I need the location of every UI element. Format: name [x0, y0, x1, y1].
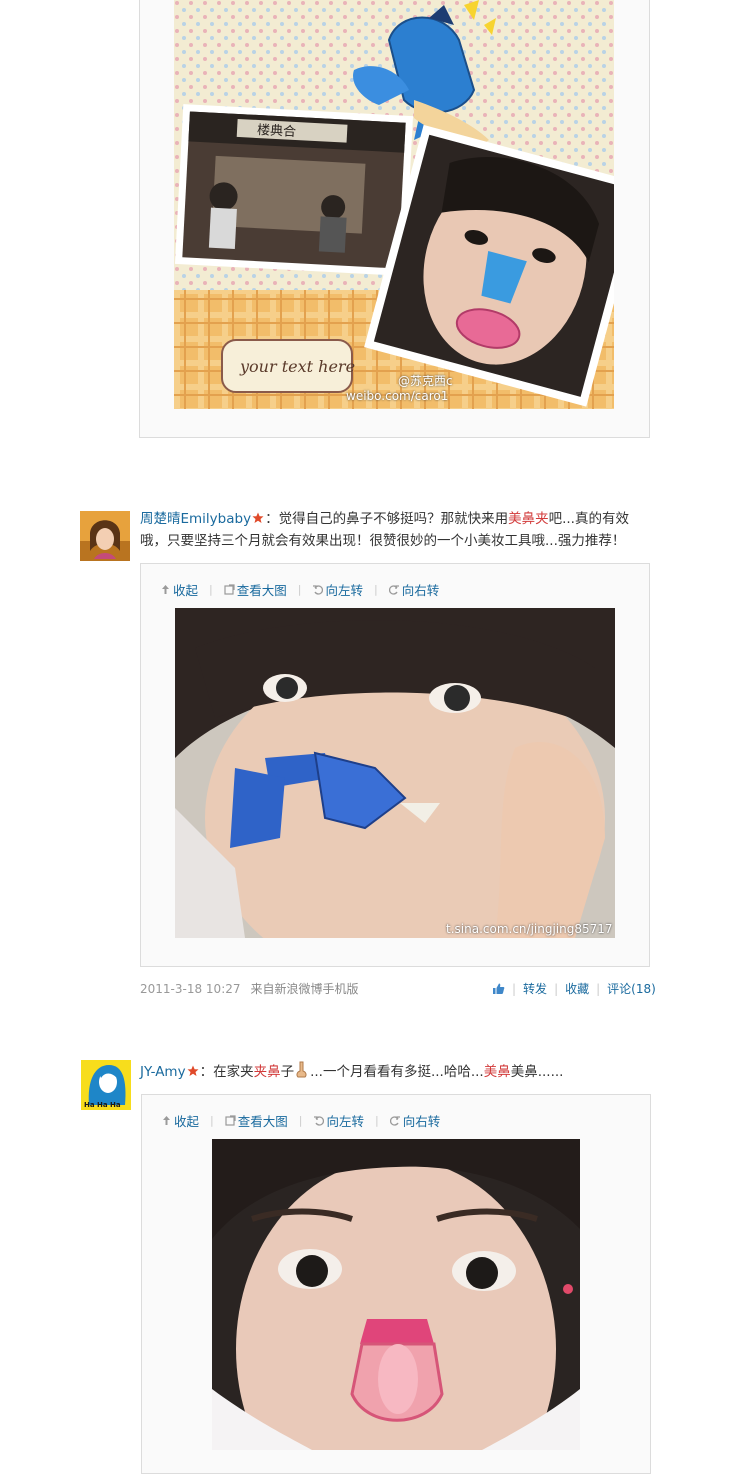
verified-star-icon — [187, 1065, 199, 1076]
post3-collapse-action[interactable]: 收起 — [161, 1111, 199, 1130]
post2-view-large-action[interactable]: 查看大图 — [224, 580, 287, 599]
post1-watermark-line2: weibo.com/caro1 — [346, 389, 449, 403]
zoom-icon — [225, 1115, 236, 1126]
post2-photo[interactable]: t.sina.com.cn/jingjing85717 — [175, 608, 615, 938]
post3-rotate-left-action[interactable]: 向左转 — [313, 1111, 364, 1130]
post2-photo-image — [175, 608, 615, 938]
post3-avatar-image: Ha Ha Ha — [81, 1060, 131, 1110]
post2-meta: 2011-3-18 10:27 来自新浪微博手机版 — [140, 980, 359, 997]
post3-username[interactable]: JY-Amy — [140, 1064, 186, 1080]
svg-text:your text here: your text here — [239, 357, 355, 376]
verified-star-icon — [252, 512, 264, 523]
post2-avatar[interactable] — [80, 511, 130, 561]
rotate-left-icon — [313, 585, 324, 595]
post3-colon: ： — [199, 1064, 214, 1080]
post3-action-bar: 收起 | 查看大图 | 向左转 | 向右转 — [161, 1111, 440, 1130]
post3-photo[interactable] — [212, 1139, 580, 1450]
nose-emoji-icon — [296, 1061, 307, 1078]
collapse-up-icon — [162, 585, 169, 594]
post2-rotate-left-action[interactable]: 向左转 — [312, 580, 363, 599]
post2-comment-link[interactable]: 评论(18) — [607, 980, 656, 997]
post2-text-a: 觉得自己的鼻子不够挺吗？那就快来用 — [278, 511, 509, 527]
post2-avatar-image — [80, 511, 130, 561]
post2-text: 周楚晴Emilybaby ：觉得自己的鼻子不够挺吗？那就快来用美鼻夹吧...真的有… — [140, 508, 650, 552]
post1-watermark-line1: @苏克西c — [398, 374, 453, 388]
post2-forward-link[interactable]: 转发 — [523, 980, 547, 997]
post2-stats: | 转发 | 收藏 | 评论(18) — [492, 980, 656, 997]
post1-collage-image[interactable]: 楼典合 your text here @苏克西c weibo.com/caro1 — [174, 0, 614, 409]
post3-text-c: ...一个月看看有多挺...哈哈... — [310, 1064, 484, 1080]
post3-photo-image — [212, 1139, 580, 1450]
post2-collapse-action[interactable]: 收起 — [160, 580, 198, 599]
post2-action-bar: 收起 | 查看大图 | 向左转 | 向右转 — [160, 580, 439, 599]
post3-text-d: 美鼻...... — [510, 1064, 564, 1080]
post3-view-large-action[interactable]: 查看大图 — [225, 1111, 288, 1130]
post3-keyword2[interactable]: 美鼻 — [484, 1064, 511, 1080]
post3-rotate-right-action[interactable]: 向右转 — [389, 1111, 440, 1130]
post2-watermark: t.sina.com.cn/jingjing85717 — [446, 922, 613, 936]
zoom-icon — [224, 584, 235, 595]
post2-time[interactable]: 2011-3-18 10:27 — [140, 982, 241, 996]
rotate-left-icon — [314, 1116, 325, 1126]
post2-username[interactable]: 周楚晴Emilybaby — [140, 511, 251, 527]
post3-avatar[interactable]: Ha Ha Ha — [81, 1060, 131, 1110]
svg-text:Ha Ha Ha: Ha Ha Ha — [84, 1101, 121, 1109]
collapse-up-icon — [163, 1116, 170, 1125]
like-thumb-icon[interactable] — [492, 982, 505, 995]
post3-text-b: 子 — [280, 1064, 295, 1080]
post3-keyword1[interactable]: 夹鼻 — [254, 1064, 281, 1080]
post3-text-a: 在家夹 — [213, 1064, 254, 1080]
post2-keyword[interactable]: 美鼻夹 — [508, 511, 549, 527]
post2-source[interactable]: 来自新浪微博手机版 — [251, 982, 359, 996]
svg-text:楼典合: 楼典合 — [257, 123, 297, 140]
post2-colon: ： — [265, 511, 279, 527]
post3-text: JY-Amy ：在家夹夹鼻子 ...一个月看看有多挺...哈哈...美鼻美鼻....… — [140, 1061, 650, 1083]
rotate-right-icon — [389, 1116, 400, 1126]
post1-collage-graphic: 楼典合 your text here — [174, 0, 614, 409]
rotate-right-icon — [388, 585, 399, 595]
post2-rotate-right-action[interactable]: 向右转 — [388, 580, 439, 599]
post2-favorite-link[interactable]: 收藏 — [565, 980, 589, 997]
